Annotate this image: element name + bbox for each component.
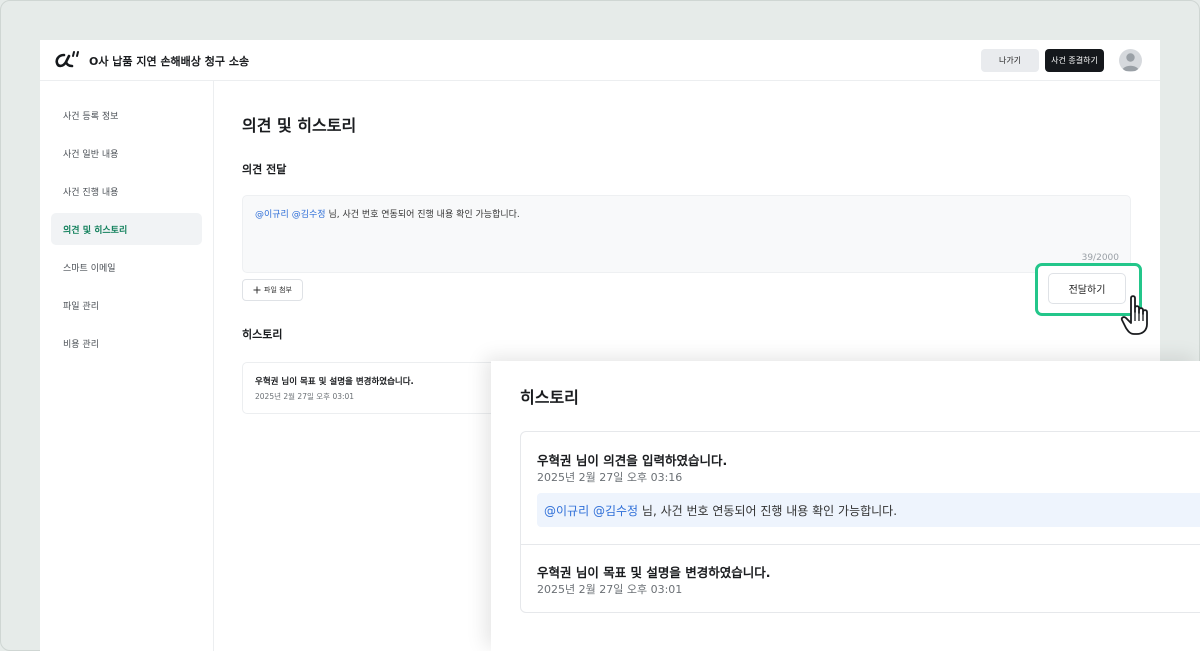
sidebar: 사건 등록 정보 사건 일반 내용 사건 진행 내용 의견 및 히스토리 스마트… xyxy=(40,81,214,651)
sidebar-item-registration[interactable]: 사건 등록 정보 xyxy=(51,99,202,131)
plus-icon xyxy=(253,286,261,294)
quote-text: @이규리 @김수정 님, 사건 번호 연동되어 진행 내용 확인 가능합니다. xyxy=(544,502,897,519)
hand-pointer-cursor-icon xyxy=(1120,295,1148,335)
alpha-logo-icon xyxy=(55,51,79,68)
sidebar-item-smart-email[interactable]: 스마트 이메일 xyxy=(51,251,202,283)
history-item-title: 우혁권 님이 목표 및 설명을 변경하였습니다. xyxy=(255,377,414,387)
history-zoom-panel: 히스토리 우혁권 님이 의견을 입력하였습니다. 2025년 2월 27일 오후… xyxy=(491,361,1200,651)
opinion-textarea[interactable]: @이규리 @김수정 님, 사건 번호 연동되어 진행 내용 확인 가능합니다. … xyxy=(242,195,1131,273)
user-avatar-icon[interactable] xyxy=(1119,49,1142,72)
attach-file-button[interactable]: 파일 첨부 xyxy=(242,279,303,301)
zoom-panel-title: 히스토리 xyxy=(520,388,579,407)
history-list-item: 우혁권 님이 목표 및 설명을 변경하였습니다. 2025년 2월 27일 오후… xyxy=(242,362,532,414)
sidebar-item-progress[interactable]: 사건 진행 내용 xyxy=(51,175,202,207)
sidebar-item-cost-management[interactable]: 비용 관리 xyxy=(51,327,202,359)
page-title: 의견 및 히스토리 xyxy=(242,116,357,135)
sidebar-item-general[interactable]: 사건 일반 내용 xyxy=(51,137,202,169)
opinion-text: @이규리 @김수정 님, 사건 번호 연동되어 진행 내용 확인 가능합니다. xyxy=(255,207,520,220)
opinion-message: 님, 사건 번호 연동되어 진행 내용 확인 가능합니다. xyxy=(328,210,520,220)
history-item-time: 2025년 2월 27일 오후 03:01 xyxy=(537,583,683,596)
top-header: O사 납품 지연 손해배상 청구 소송 나가기 사건 종결하기 xyxy=(40,40,1160,81)
mention-tag: @김수정 xyxy=(291,210,326,220)
history-list: 우혁권 님이 의견을 입력하였습니다. 2025년 2월 27일 오후 03:1… xyxy=(520,431,1200,613)
mention-tag: @이규리 xyxy=(255,210,289,220)
attach-file-label: 파일 첨부 xyxy=(264,286,292,294)
quote-message: 님, 사건 번호 연동되어 진행 내용 확인 가능합니다. xyxy=(641,504,898,518)
list-divider xyxy=(521,544,1200,545)
history-item-quote: @이규리 @김수정 님, 사건 번호 연동되어 진행 내용 확인 가능합니다. xyxy=(537,493,1200,527)
opinion-section-title: 의견 전달 xyxy=(242,163,287,176)
history-item-title: 우혁권 님이 의견을 입력하였습니다. xyxy=(537,453,728,468)
history-item-time: 2025년 2월 27일 오후 03:16 xyxy=(537,471,683,484)
history-section-title: 히스토리 xyxy=(242,328,283,341)
case-title: O사 납품 지연 손해배상 청구 소송 xyxy=(89,55,250,68)
char-count: 39/2000 xyxy=(1081,253,1119,263)
mention-tag: @김수정 xyxy=(592,504,639,518)
sidebar-item-opinion-history[interactable]: 의견 및 히스토리 xyxy=(51,213,202,245)
mention-tag: @이규리 xyxy=(544,504,590,518)
close-case-button[interactable]: 사건 종결하기 xyxy=(1045,49,1104,72)
send-button[interactable]: 전달하기 xyxy=(1048,273,1126,304)
sidebar-item-file-management[interactable]: 파일 관리 xyxy=(51,289,202,321)
history-item-time: 2025년 2월 27일 오후 03:01 xyxy=(255,392,355,401)
history-item-title: 우혁권 님이 목표 및 설명을 변경하였습니다. xyxy=(537,565,771,580)
exit-button[interactable]: 나가기 xyxy=(981,49,1039,72)
